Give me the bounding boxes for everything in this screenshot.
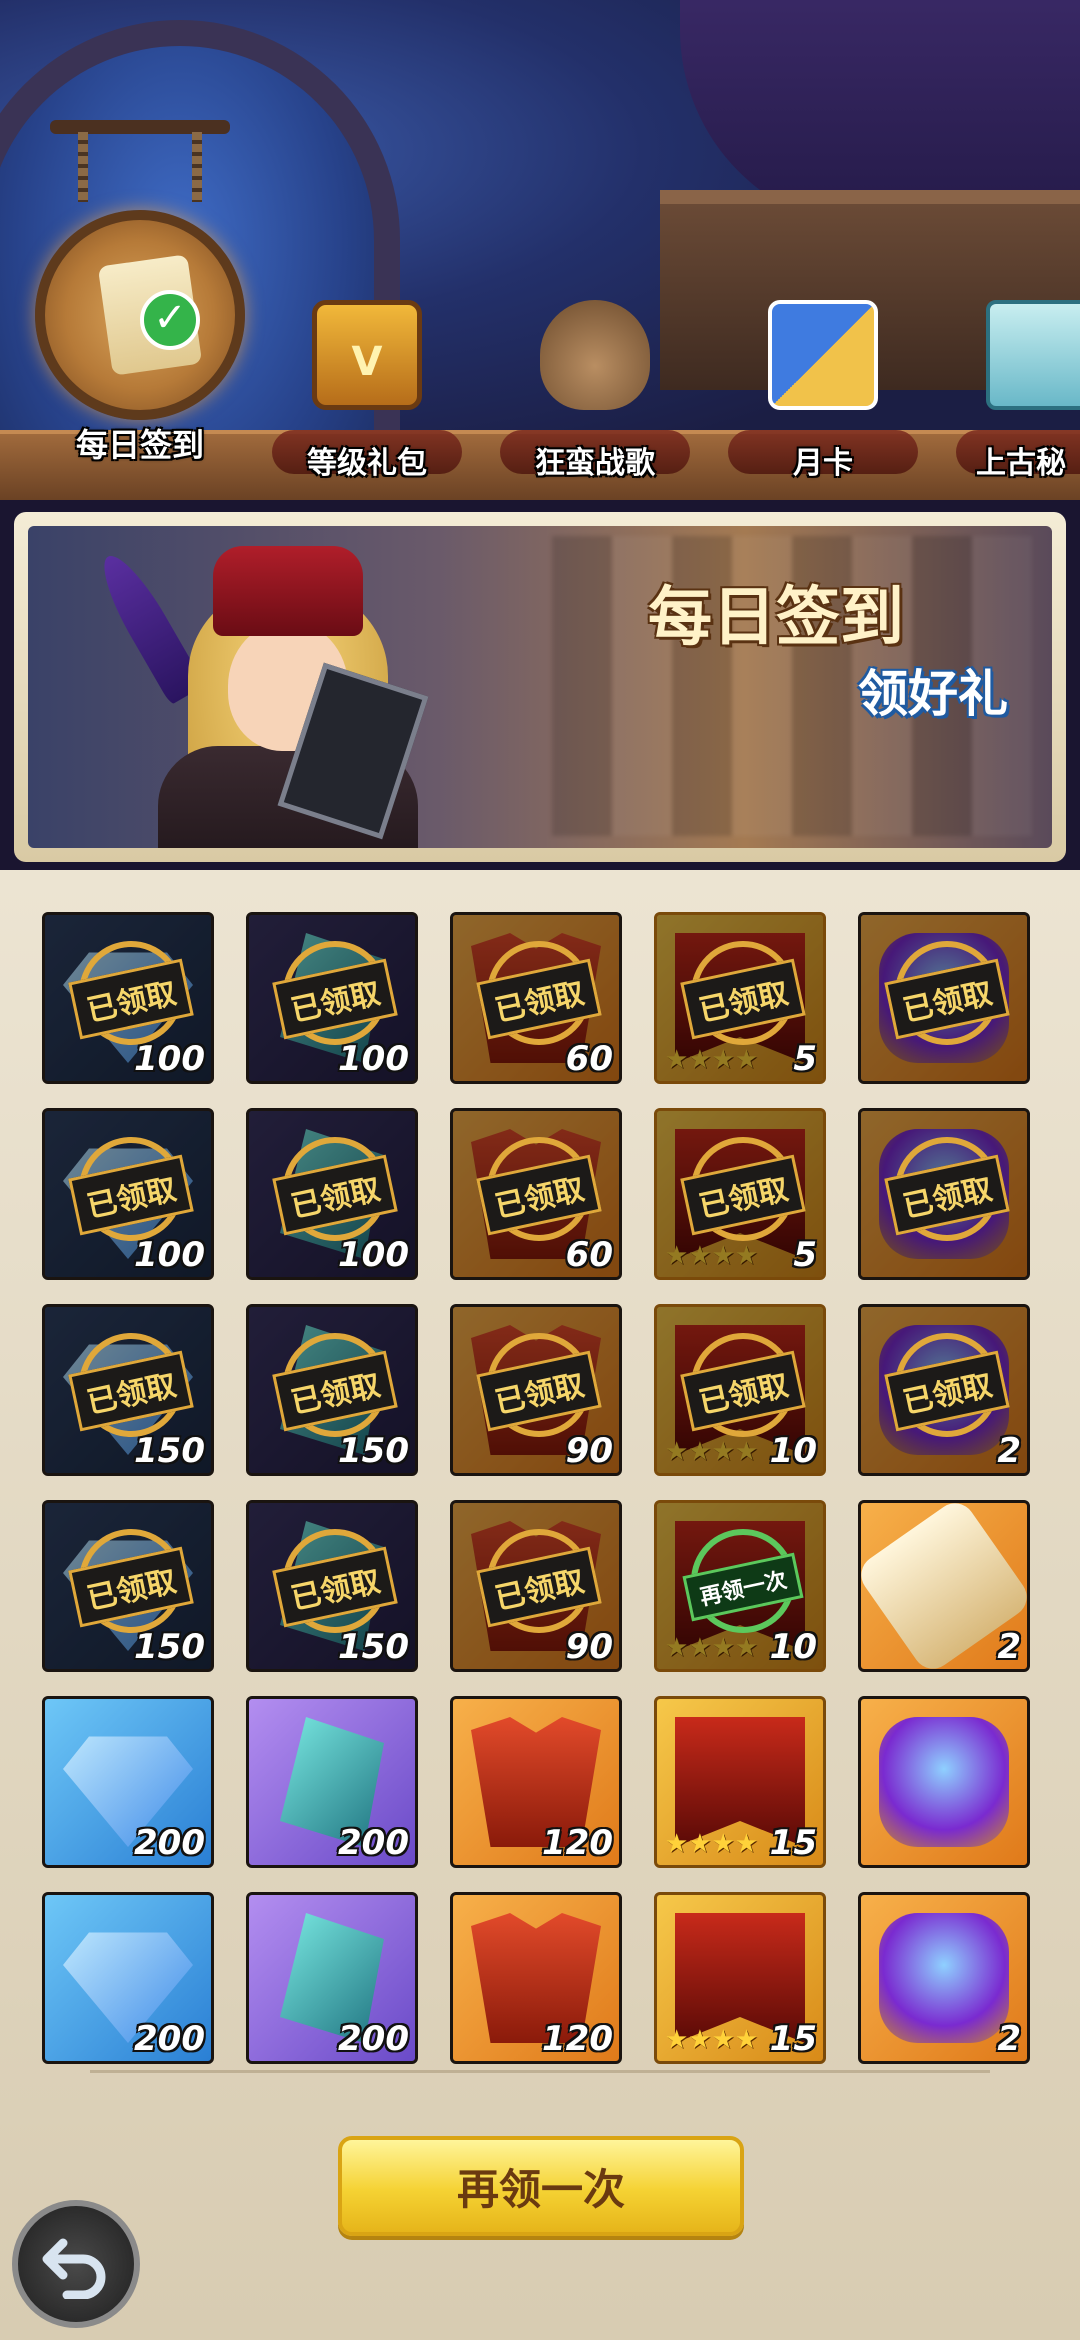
- claim-again-stamp: 再领一次: [671, 1529, 815, 1635]
- reward-cell[interactable]: 120: [450, 1892, 622, 2064]
- banner-title: 每日签到: [648, 581, 904, 655]
- banner-subtitle: 领好礼: [858, 665, 1008, 723]
- item-quantity: 200: [134, 1823, 205, 1863]
- reward-cell[interactable]: 60 已领取: [450, 912, 622, 1084]
- claim-again-button[interactable]: 再领一次: [338, 2136, 744, 2236]
- gem-icon: [879, 1717, 1009, 1847]
- reward-cell[interactable]: 100 已领取: [42, 1108, 214, 1280]
- claimed-stamp: 已领取: [467, 1529, 611, 1635]
- claimed-stamp: 已领取: [59, 1137, 203, 1243]
- divider: [90, 2070, 990, 2073]
- claimed-stamp: 已领取: [671, 1333, 815, 1439]
- reward-cell[interactable]: 200: [246, 1696, 418, 1868]
- item-quantity: 2: [997, 1627, 1021, 1667]
- reward-cell[interactable]: ★★★★ 5 已领取: [654, 1108, 826, 1280]
- claimed-stamp: 已领取: [671, 941, 815, 1047]
- reward-cell[interactable]: 200: [42, 1892, 214, 2064]
- claimed-stamp: 已领取: [263, 1529, 407, 1635]
- item-quantity: 200: [338, 2019, 409, 2059]
- undo-arrow-icon: [42, 2238, 106, 2299]
- tab-ancient-secret[interactable]: 上古秘: [956, 300, 1080, 480]
- reward-cell[interactable]: 150 已领取: [246, 1500, 418, 1672]
- reward-cell[interactable]: [858, 1696, 1030, 1868]
- reward-cell[interactable]: 150 已领取: [246, 1304, 418, 1476]
- reward-cell[interactable]: 90 已领取: [450, 1304, 622, 1476]
- reward-cell[interactable]: ★★★★ 10 再领一次: [654, 1500, 826, 1672]
- reward-cell[interactable]: 200: [246, 1892, 418, 2064]
- reward-cell[interactable]: ★★★★ 15: [654, 1696, 826, 1868]
- gem-icon: [879, 1913, 1009, 2043]
- star-rating: ★★★★: [665, 1045, 759, 1075]
- reward-cell[interactable]: 100 已领取: [42, 912, 214, 1084]
- tab-daily-signin[interactable]: ✓ 每日签到: [20, 60, 260, 480]
- banner-frame: 每日签到 领好礼: [14, 512, 1066, 862]
- reward-cell[interactable]: 150 已领取: [42, 1304, 214, 1476]
- tab-label: 等级礼包: [307, 446, 427, 481]
- reward-cell[interactable]: 100 已领取: [246, 912, 418, 1084]
- event-banner: 每日签到 领好礼: [28, 526, 1052, 848]
- reward-cell[interactable]: 100 已领取: [246, 1108, 418, 1280]
- claimed-stamp: 已领取: [263, 1333, 407, 1439]
- claimed-stamp: 已领取: [263, 1137, 407, 1243]
- reward-cell[interactable]: 90 已领取: [450, 1500, 622, 1672]
- loot-bag-icon: [540, 300, 650, 410]
- elf-scholar-character: [90, 526, 458, 848]
- cards-icon: [768, 300, 878, 410]
- reward-cell[interactable]: 120: [450, 1696, 622, 1868]
- reward-cell[interactable]: 60 已领取: [450, 1108, 622, 1280]
- tab-war-song[interactable]: 狂蛮战歌: [500, 300, 690, 481]
- claimed-stamp: 已领取: [59, 941, 203, 1047]
- reward-cell[interactable]: 2: [858, 1892, 1030, 2064]
- item-quantity: 120: [542, 2019, 613, 2059]
- claimed-stamp: 已领取: [467, 941, 611, 1047]
- reward-cell[interactable]: 已领取: [858, 1108, 1030, 1280]
- tab-label: 狂蛮战歌: [535, 446, 655, 481]
- treasure-chest-icon: [312, 300, 422, 410]
- item-quantity: 2: [997, 2019, 1021, 2059]
- reward-cell[interactable]: 已领取: [858, 912, 1030, 1084]
- tab-label: 上古秘: [976, 446, 1066, 480]
- character-hat: [213, 546, 363, 636]
- event-tabs: ✓ 每日签到 等级礼包 狂蛮战歌 月卡 上古秘: [0, 0, 1080, 500]
- ancient-scroll-icon: [986, 300, 1080, 410]
- scroll-check-icon: ✓: [35, 210, 245, 420]
- reward-cell[interactable]: ★★★★ 10 已领取: [654, 1304, 826, 1476]
- claimed-stamp: 已领取: [263, 941, 407, 1047]
- claimed-stamp: 已领取: [875, 941, 1019, 1047]
- reward-cell[interactable]: ★★★★ 15: [654, 1892, 826, 2064]
- item-quantity: 200: [338, 1823, 409, 1863]
- claimed-stamp: 已领取: [875, 1137, 1019, 1243]
- tab-label: 每日签到: [75, 426, 204, 464]
- tab-level-gift[interactable]: 等级礼包: [272, 300, 462, 481]
- star-rating: ★★★★: [665, 2025, 759, 2055]
- claimed-stamp: 已领取: [467, 1137, 611, 1243]
- back-button[interactable]: [12, 2200, 140, 2328]
- star-rating: ★★★★: [665, 1241, 759, 1271]
- star-rating: ★★★★: [665, 1437, 759, 1467]
- star-rating: ★★★★: [665, 1829, 759, 1859]
- item-quantity: 15: [769, 2019, 817, 2059]
- claimed-stamp: 已领取: [875, 1333, 1019, 1439]
- top-scene: ✓ 每日签到 等级礼包 狂蛮战歌 月卡 上古秘: [0, 0, 1080, 500]
- sign-hanger: [50, 120, 230, 134]
- claimed-stamp: 已领取: [59, 1333, 203, 1439]
- chain-left: [78, 132, 88, 202]
- chain-right: [192, 132, 202, 202]
- checkmark-icon: ✓: [140, 290, 200, 350]
- reward-cell[interactable]: 150 已领取: [42, 1500, 214, 1672]
- tab-label: 月卡: [793, 446, 853, 481]
- claimed-stamp: 已领取: [59, 1529, 203, 1635]
- claimed-stamp: 已领取: [671, 1137, 815, 1243]
- reward-cell[interactable]: 2: [858, 1500, 1030, 1672]
- reward-cell[interactable]: 200: [42, 1696, 214, 1868]
- item-quantity: 15: [769, 1823, 817, 1863]
- reward-panel: 100 已领取 100 已领取 60 已领取 ★★★★ 5 已领取 已领取 100 已领取 100 已领取…: [0, 870, 1080, 2340]
- item-quantity: 200: [134, 2019, 205, 2059]
- item-quantity: 120: [542, 1823, 613, 1863]
- reward-cell[interactable]: 2 已领取: [858, 1304, 1030, 1476]
- star-rating: ★★★★: [665, 1633, 759, 1663]
- claimed-stamp: 已领取: [467, 1333, 611, 1439]
- reward-cell[interactable]: ★★★★ 5 已领取: [654, 912, 826, 1084]
- tab-monthly-card[interactable]: 月卡: [728, 300, 918, 481]
